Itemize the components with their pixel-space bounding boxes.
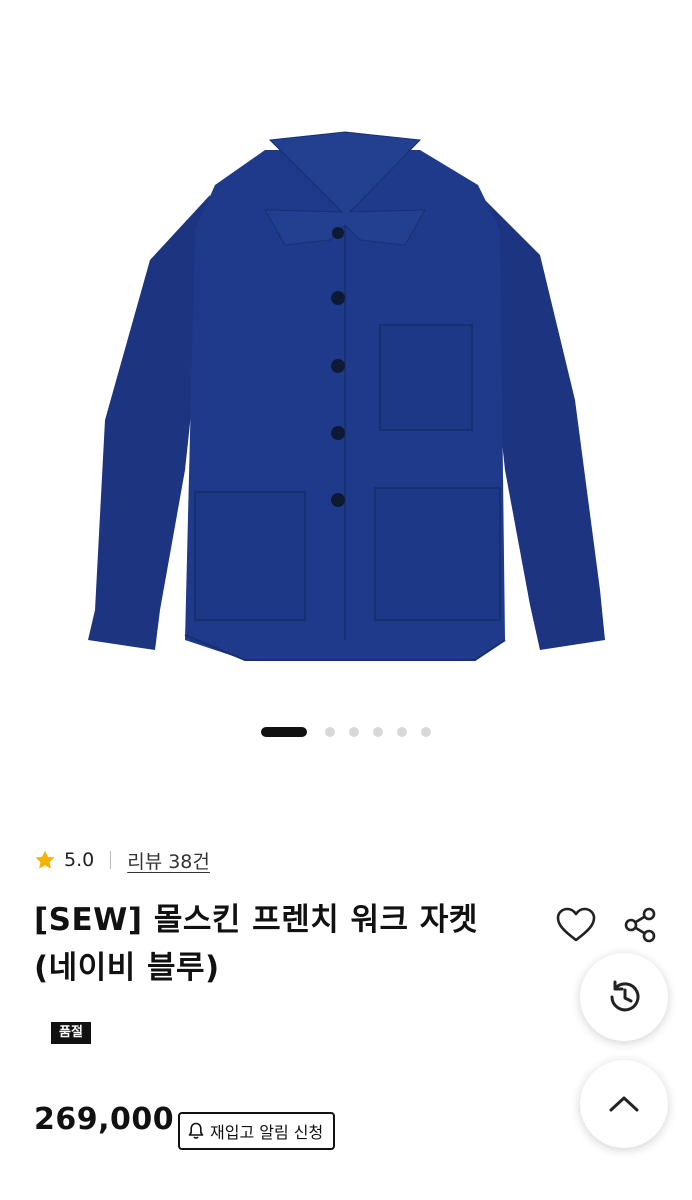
restock-alert-button[interactable]: 재입고 알림 신청 xyxy=(178,1112,336,1150)
product-title: [SEW] 몰스킨 프렌치 워크 자켓 (네이비 블루) xyxy=(34,896,504,992)
chevron-up-icon xyxy=(609,1096,639,1112)
star-icon xyxy=(35,850,55,869)
review-count-link[interactable]: 리뷰 38건 xyxy=(127,847,210,874)
heart-icon xyxy=(556,907,596,942)
divider xyxy=(110,851,112,869)
product-image-gallery[interactable] xyxy=(0,0,692,760)
product-title-line1: [SEW] 몰스킨 프렌치 워크 자켓 xyxy=(34,902,478,938)
product-price: 269,000 xyxy=(34,1102,175,1137)
restock-alert-label: 재입고 알림 신청 xyxy=(210,1123,324,1142)
pagination-dot-active[interactable] xyxy=(261,727,307,737)
recent-history-button[interactable] xyxy=(580,953,668,1041)
product-title-line2: (네이비 블루) xyxy=(34,950,220,986)
rating-summary: 5.0 리뷰 38건 xyxy=(34,846,210,874)
rating-score: 5.0 xyxy=(64,849,95,871)
share-icon xyxy=(624,907,656,943)
pagination-dot[interactable] xyxy=(397,727,407,737)
wishlist-button[interactable] xyxy=(554,903,598,947)
share-button[interactable] xyxy=(618,903,662,947)
bell-icon xyxy=(188,1122,204,1139)
pagination-dot[interactable] xyxy=(349,727,359,737)
gallery-pagination xyxy=(0,726,692,738)
scroll-to-top-button[interactable] xyxy=(580,1060,668,1148)
status-badge: 품절 xyxy=(51,1022,91,1044)
product-image xyxy=(88,131,605,661)
pagination-dot[interactable] xyxy=(421,727,431,737)
history-icon xyxy=(610,980,640,1012)
pagination-dot[interactable] xyxy=(325,727,335,737)
pagination-dot[interactable] xyxy=(373,727,383,737)
